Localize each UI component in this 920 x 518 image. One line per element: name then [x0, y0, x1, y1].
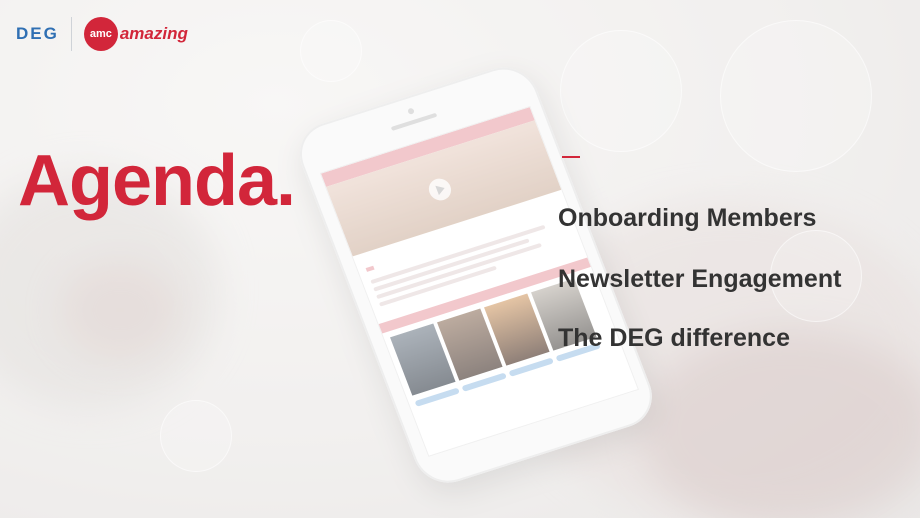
agenda-item-onboarding: Onboarding Members — [558, 204, 817, 232]
amc-tagline: amazing — [119, 24, 188, 43]
amc-logo: amc — [83, 17, 118, 51]
agenda-item-newsletter: Newsletter Engagement — [558, 265, 842, 293]
accent-dash — [562, 156, 580, 158]
background-veil — [0, 0, 920, 518]
logo-divider — [70, 17, 72, 51]
agenda-item-deg-difference: The DEG difference — [558, 324, 790, 352]
deg-logo: DEG — [16, 24, 59, 43]
slide-background — [0, 0, 920, 518]
page-title: Agenda. — [18, 141, 296, 221]
header-logos: DEG amc amazing — [16, 16, 188, 52]
